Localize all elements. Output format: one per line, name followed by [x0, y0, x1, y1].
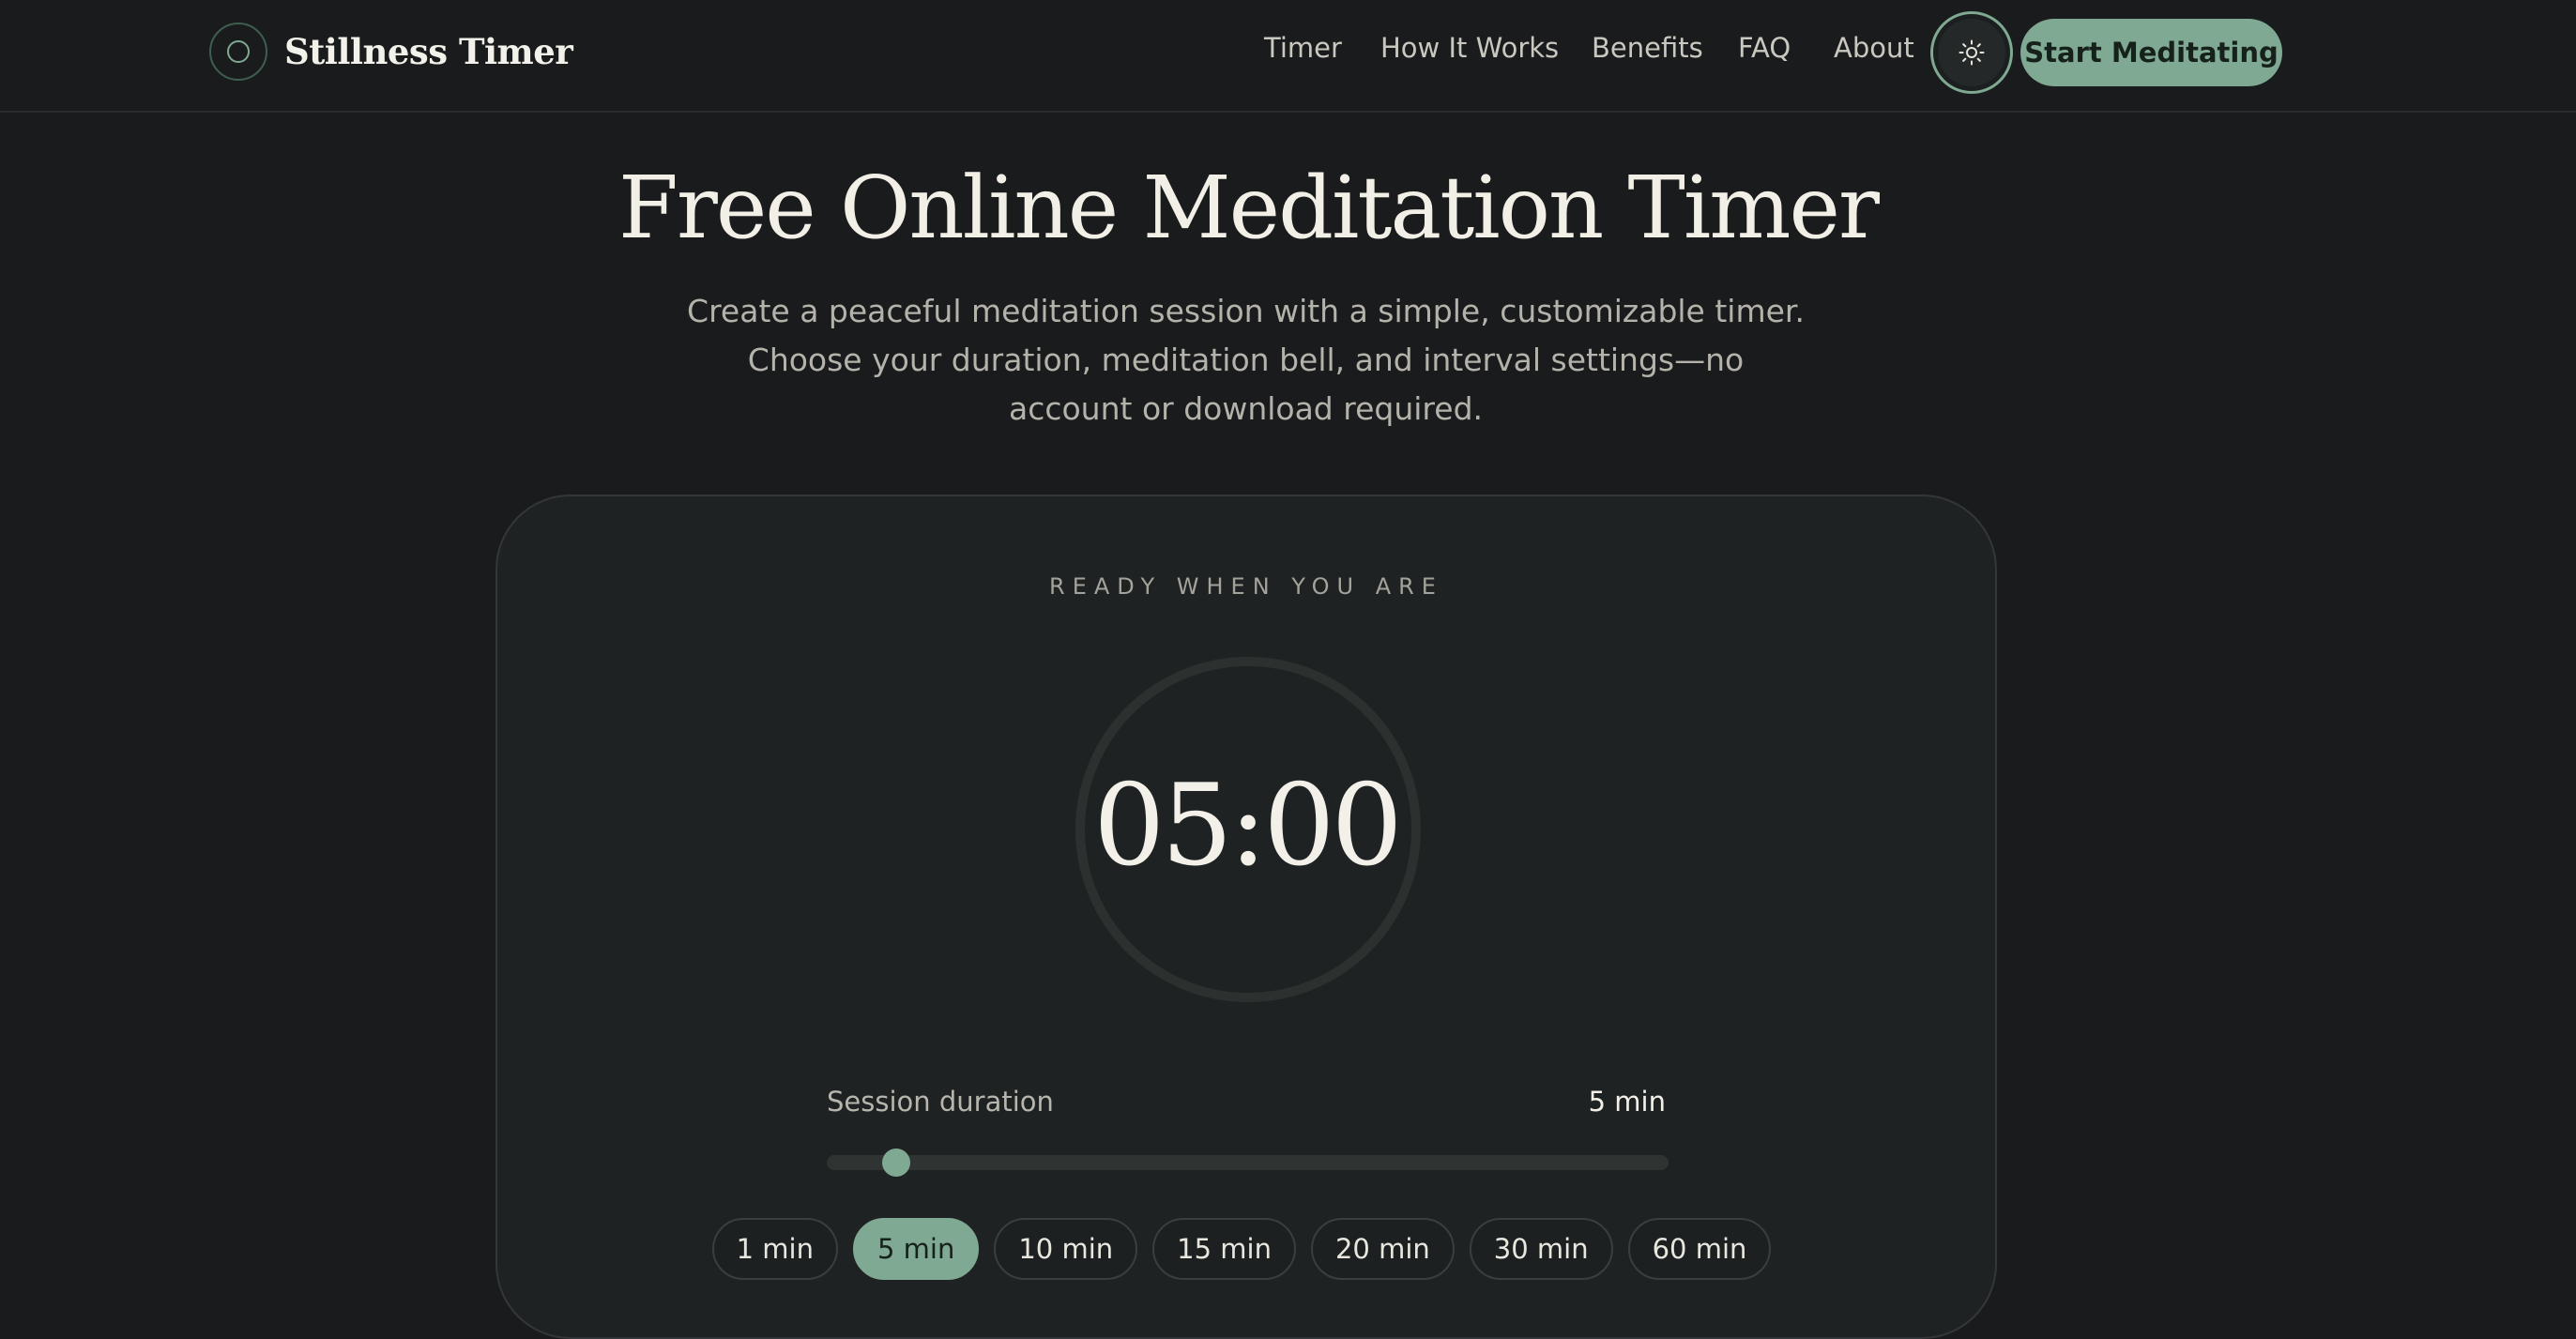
- timer-status: READY WHEN YOU ARE: [1049, 573, 1443, 600]
- duration-slider[interactable]: [827, 1149, 1669, 1177]
- nav-link-timer[interactable]: Timer: [1264, 32, 1342, 64]
- preset-5-min[interactable]: 5 min: [852, 1218, 980, 1280]
- duration-presets: 1 min 5 min 10 min 15 min 20 min 30 min …: [497, 1218, 1995, 1280]
- page-title: Free Online Meditation Timer: [618, 158, 1880, 258]
- nav-link-benefits[interactable]: Benefits: [1592, 32, 1703, 64]
- nav-link-how-it-works[interactable]: How It Works: [1380, 32, 1559, 64]
- duration-slider-thumb[interactable]: [882, 1149, 911, 1177]
- timer-card: READY WHEN YOU ARE 05:00 Session duratio…: [495, 495, 1997, 1339]
- theme-toggle-button[interactable]: [1930, 11, 2013, 94]
- preset-15-min[interactable]: 15 min: [1152, 1218, 1296, 1280]
- preset-30-min[interactable]: 30 min: [1469, 1218, 1613, 1280]
- preset-60-min[interactable]: 60 min: [1627, 1218, 1772, 1280]
- duration-label: Session duration: [827, 1086, 1054, 1118]
- preset-20-min[interactable]: 20 min: [1310, 1218, 1455, 1280]
- preset-1-min[interactable]: 1 min: [711, 1218, 838, 1280]
- sun-icon: [1959, 39, 1985, 66]
- nav-link-faq[interactable]: FAQ: [1738, 32, 1791, 64]
- start-meditating-button[interactable]: Start Meditating: [2020, 19, 2282, 86]
- timer-display: 05:00: [1093, 761, 1403, 891]
- duration-value: 5 min: [1588, 1086, 1666, 1118]
- site-header: Stillness Timer Timer How It Works Benef…: [0, 0, 2576, 113]
- nav-link-about[interactable]: About: [1834, 32, 1914, 64]
- page-subtitle: Create a peaceful meditation session wit…: [687, 293, 1805, 427]
- theme-toggle-inner: [1938, 19, 2005, 86]
- preset-10-min[interactable]: 10 min: [994, 1218, 1138, 1280]
